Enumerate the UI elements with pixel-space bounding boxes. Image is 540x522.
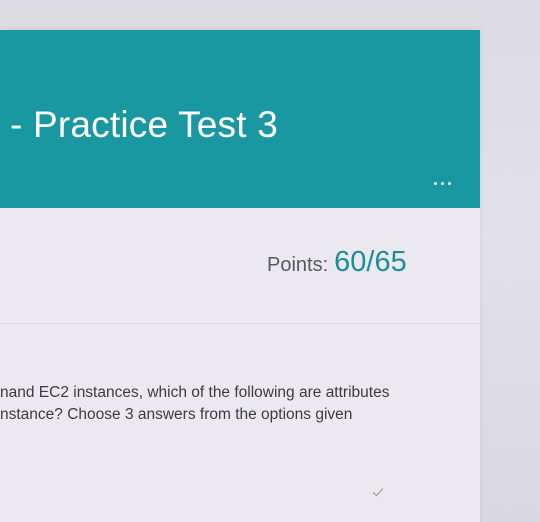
points-value: 60/65 — [334, 246, 407, 278]
question-line-1: nand EC2 instances, which of the followi… — [0, 384, 390, 401]
points-label: Points: — [267, 254, 329, 276]
more-horizontal-icon-dot — [448, 182, 451, 185]
checkmark-icon — [372, 488, 384, 497]
more-options-button[interactable] — [430, 177, 456, 191]
question-line-2: nstance? Choose 3 answers from the optio… — [0, 406, 353, 423]
points-summary: Points: 60/65 — [267, 246, 407, 279]
page: - Practice Test 3 Points: 60/65 nand EC2 … — [0, 0, 540, 522]
more-horizontal-icon-dot — [441, 182, 444, 185]
section-divider — [0, 323, 480, 324]
page-title: - Practice Test 3 — [10, 104, 278, 145]
question-text: nand EC2 instances, which of the followi… — [0, 382, 470, 426]
more-horizontal-icon — [434, 182, 437, 185]
